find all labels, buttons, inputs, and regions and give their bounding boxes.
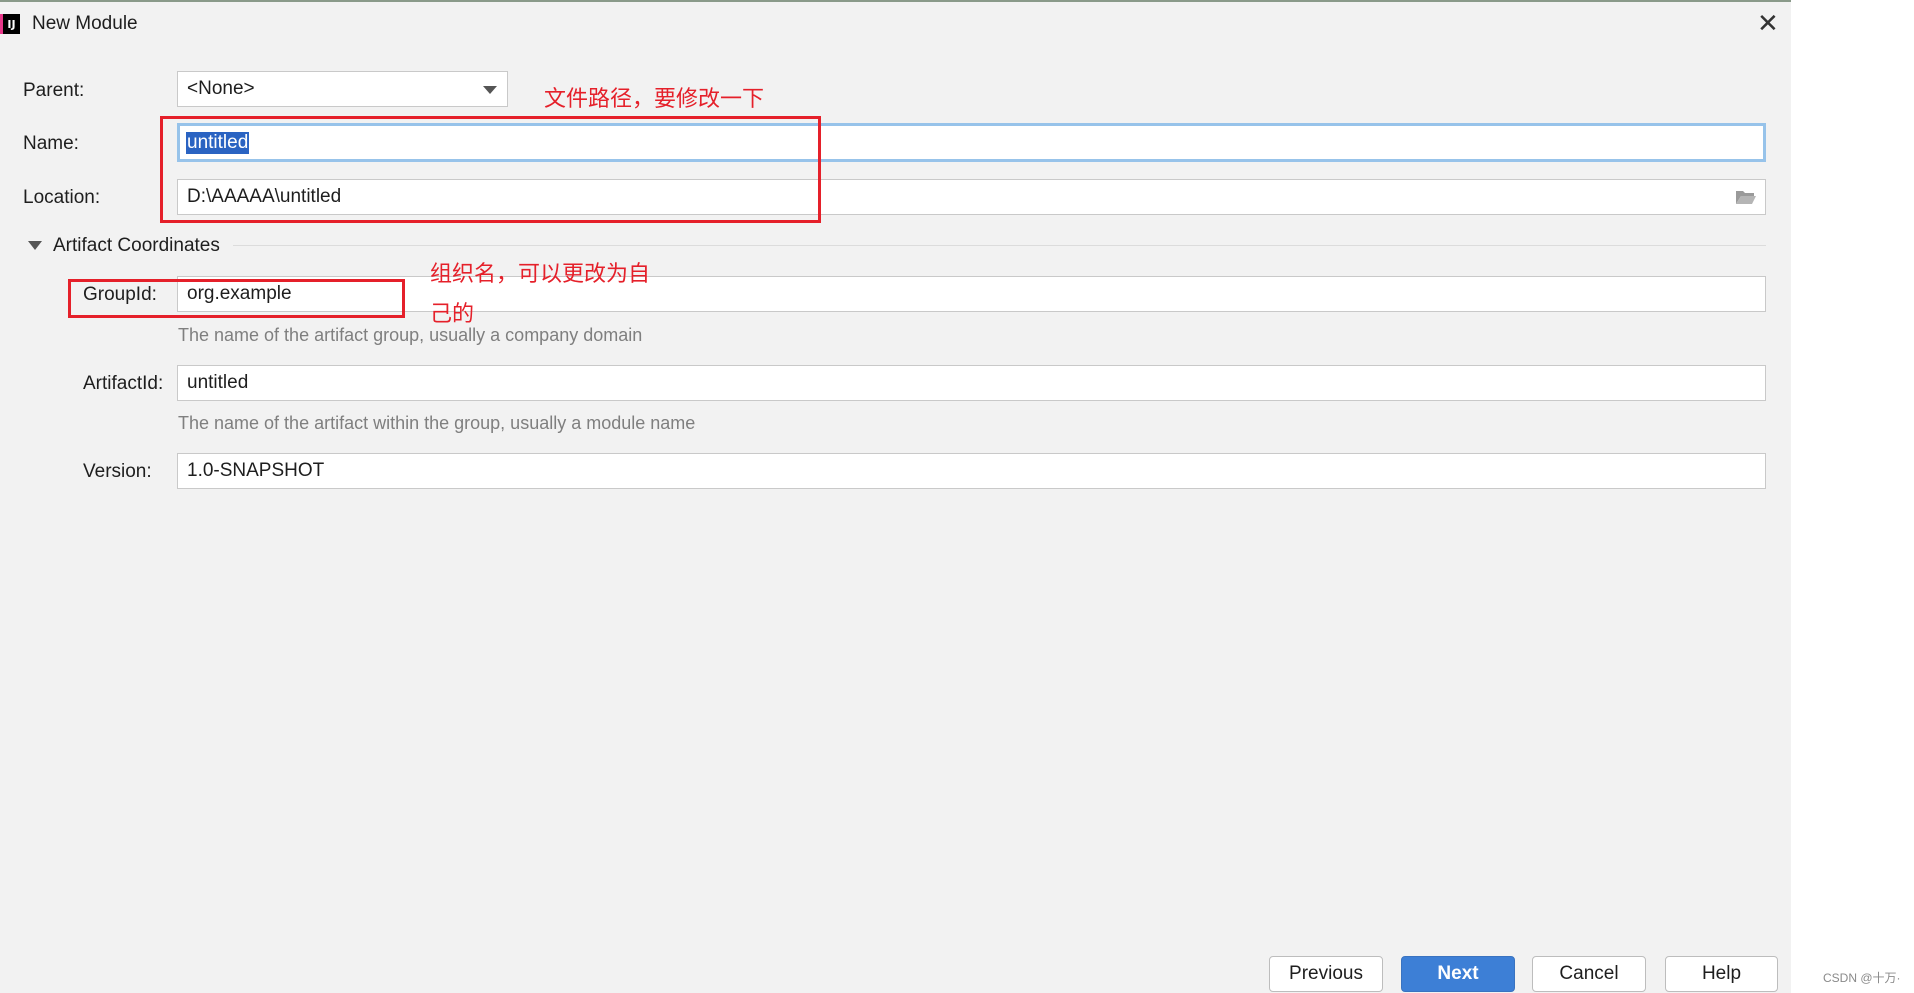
location-label: Location:: [23, 187, 101, 208]
parent-combobox[interactable]: <None>: [177, 71, 508, 107]
previous-button[interactable]: Previous: [1269, 956, 1383, 992]
chevron-down-icon[interactable]: [483, 86, 497, 94]
close-icon[interactable]: ✕: [1757, 10, 1779, 36]
version-label: Version:: [83, 461, 152, 482]
artifactid-input[interactable]: untitled: [177, 365, 1766, 401]
dialog-title: New Module: [32, 13, 138, 34]
parent-value: <None>: [187, 78, 255, 99]
name-label: Name:: [23, 133, 79, 154]
annotation-path-note: 文件路径，要修改一下: [544, 87, 765, 112]
annotation-group-note-line2: 己的: [430, 302, 475, 327]
folder-open-icon[interactable]: [1735, 188, 1757, 206]
annotation-group-note-line1: 组织名，可以更改为自: [430, 262, 651, 287]
watermark: CSDN @十万·: [1823, 971, 1901, 985]
next-button[interactable]: Next: [1401, 956, 1515, 992]
version-value: 1.0-SNAPSHOT: [187, 460, 325, 481]
artifactid-value: untitled: [187, 372, 249, 393]
artifactid-hint: The name of the artifact within the grou…: [178, 413, 696, 433]
help-button[interactable]: Help: [1665, 956, 1778, 992]
annotation-box-name-location: [160, 116, 821, 223]
parent-label: Parent:: [23, 80, 85, 101]
version-input[interactable]: 1.0-SNAPSHOT: [177, 453, 1766, 489]
groupid-input[interactable]: org.example: [177, 276, 1766, 312]
groupid-hint: The name of the artifact group, usually …: [178, 325, 643, 345]
annotation-box-groupid: [68, 279, 405, 318]
collapse-triangle-icon[interactable]: [28, 241, 42, 250]
cancel-button[interactable]: Cancel: [1532, 956, 1646, 992]
intellij-app-icon: IJ: [0, 14, 20, 34]
artifactid-label: ArtifactId:: [83, 373, 164, 394]
section-divider: [233, 245, 1766, 246]
window-top-border: [0, 0, 1791, 2]
artifact-coordinates-title[interactable]: Artifact Coordinates: [53, 235, 220, 257]
